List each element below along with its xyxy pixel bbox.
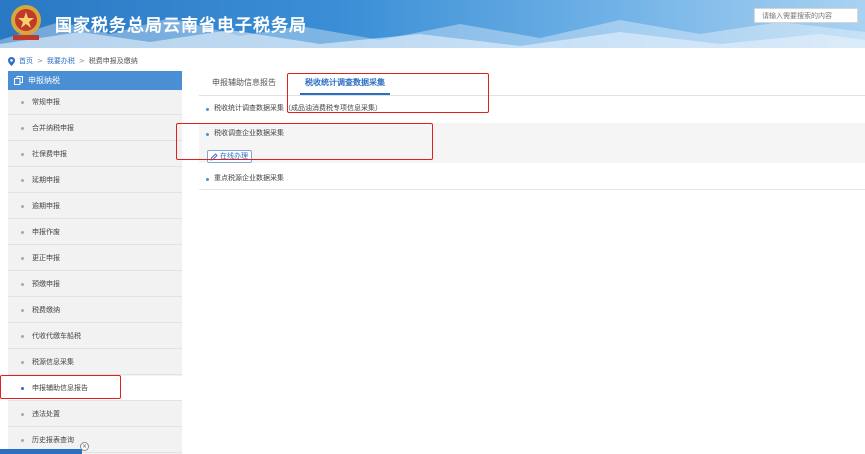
sidebar-item-label: 社保费申报 — [32, 150, 67, 158]
sidebar-item-label: 税源信息采集 — [32, 358, 74, 366]
sidebar-item-label: 延期申报 — [32, 176, 60, 184]
site-title: 国家税务总局云南省电子税务局 — [55, 16, 307, 36]
sidebar-item-void-filing[interactable]: 申报作废 — [8, 220, 182, 245]
bullet-icon — [21, 257, 24, 260]
bullet-icon — [21, 127, 24, 130]
sidebar-item-label: 更正申报 — [32, 254, 60, 262]
search-input[interactable] — [754, 8, 858, 23]
sidebar-item-label: 合并纳税申报 — [32, 124, 74, 132]
copy-icon — [14, 76, 23, 85]
bullet-icon — [21, 101, 24, 104]
bullet-icon — [206, 108, 209, 111]
bullet-icon — [21, 361, 24, 364]
sidebar-item-label: 历史报表查询 — [32, 436, 74, 444]
annotation-box-item — [176, 123, 433, 160]
bullet-icon — [21, 283, 24, 286]
breadcrumb-my-tax[interactable]: 我要办税 — [47, 56, 75, 66]
bottom-bar — [0, 449, 82, 454]
bullet-icon — [21, 413, 24, 416]
sidebar-item-regular-filing[interactable]: 常规申报 — [8, 90, 182, 115]
list-item: 重点税源企业数据采集 — [199, 170, 865, 190]
annotation-box-tab — [287, 73, 489, 113]
breadcrumb: 首页 > 我要办税 > 税费申报及缴纳 — [8, 56, 138, 66]
sidebar-item-prepayment-filing[interactable]: 预缴申报 — [8, 272, 182, 297]
sidebar-item-label: 违法处置 — [32, 410, 60, 418]
breadcrumb-home[interactable]: 首页 — [19, 56, 33, 66]
tab-auxiliary-report[interactable]: 申报辅助信息报告 — [212, 71, 276, 95]
sidebar-item-extension-filing[interactable]: 延期申报 — [8, 168, 182, 193]
bullet-icon — [21, 439, 24, 442]
annotation-box-sidebar — [0, 375, 121, 399]
breadcrumb-separator: > — [78, 57, 85, 65]
sidebar-heading-label: 申报纳税 — [28, 76, 60, 85]
sidebar-item-label: 代收代缴车船税 — [32, 332, 81, 340]
sidebar-item-label: 申报作废 — [32, 228, 60, 236]
bullet-icon — [21, 309, 24, 312]
sidebar-item-tax-source-collection[interactable]: 税源信息采集 — [8, 350, 182, 375]
sidebar-item-violation-handling[interactable]: 违法处置 — [8, 402, 182, 427]
breadcrumb-separator: > — [37, 57, 43, 65]
sidebar-item-label: 常规申报 — [32, 98, 60, 106]
site-header: 国家税务总局云南省电子税务局 — [0, 0, 865, 48]
location-pin-icon — [8, 56, 15, 66]
sidebar-item-consolidated-filing[interactable]: 合并纳税申报 — [8, 116, 182, 141]
sidebar-item-label: 逾期申报 — [32, 202, 60, 210]
list-item-link[interactable]: 重点税源企业数据采集 — [214, 173, 284, 183]
bullet-icon — [21, 335, 24, 338]
sidebar-item-vehicle-tax[interactable]: 代收代缴车船税 — [8, 324, 182, 349]
close-icon[interactable]: × — [80, 442, 89, 451]
sidebar-item-label: 税费缴纳 — [32, 306, 60, 314]
bullet-icon — [206, 178, 209, 181]
bullet-icon — [21, 153, 24, 156]
breadcrumb-current: 税费申报及缴纳 — [88, 57, 138, 65]
sidebar-item-overdue-filing[interactable]: 逾期申报 — [8, 194, 182, 219]
sidebar-item-social-insurance[interactable]: 社保费申报 — [8, 142, 182, 167]
sidebar-item-correction-filing[interactable]: 更正申报 — [8, 246, 182, 271]
bullet-icon — [21, 231, 24, 234]
tax-emblem-icon — [11, 5, 41, 40]
sidebar-item-tax-payment[interactable]: 税费缴纳 — [8, 298, 182, 323]
sidebar-heading[interactable]: 申报纳税 — [8, 71, 182, 90]
bullet-icon — [21, 179, 24, 182]
sidebar-item-label: 预缴申报 — [32, 280, 60, 288]
bullet-icon — [21, 205, 24, 208]
